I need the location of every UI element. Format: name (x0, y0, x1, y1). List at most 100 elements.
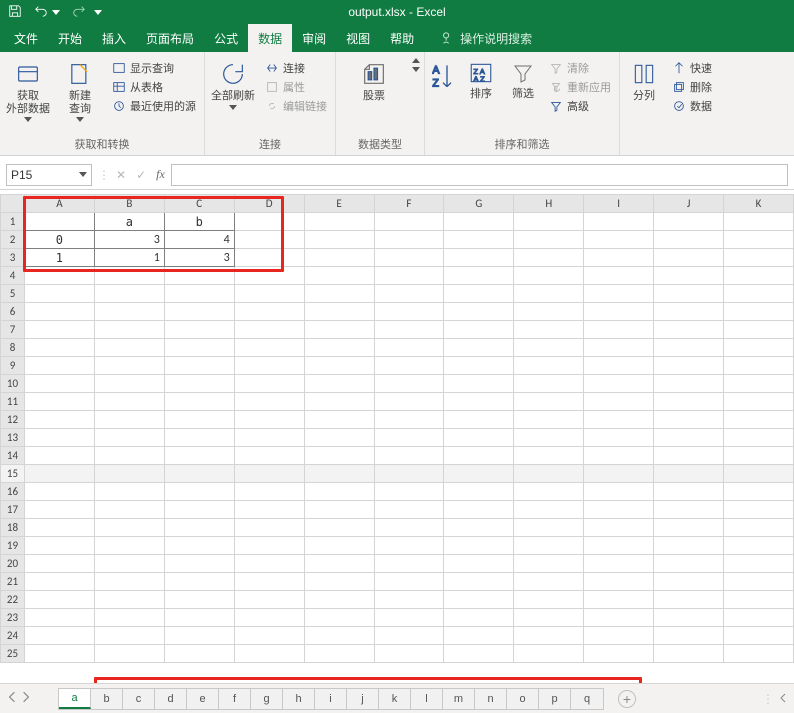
cell-C2[interactable]: 4 (164, 231, 234, 249)
tab-page-layout[interactable]: 页面布局 (136, 24, 204, 52)
cell-J11[interactable] (654, 393, 724, 411)
cell-I3[interactable] (584, 249, 654, 267)
row-header-9[interactable]: 9 (1, 357, 25, 375)
cell-I1[interactable] (584, 213, 654, 231)
cell-E1[interactable] (304, 213, 374, 231)
cell-K9[interactable] (724, 357, 794, 375)
cell-F7[interactable] (374, 321, 444, 339)
cell-D8[interactable] (234, 339, 304, 357)
cell-J4[interactable] (654, 267, 724, 285)
cell-G1[interactable] (444, 213, 514, 231)
cell-I5[interactable] (584, 285, 654, 303)
cell-K8[interactable] (724, 339, 794, 357)
cell-J12[interactable] (654, 411, 724, 429)
cell-D5[interactable] (234, 285, 304, 303)
cell-I11[interactable] (584, 393, 654, 411)
cell-E2[interactable] (304, 231, 374, 249)
cell-G10[interactable] (444, 375, 514, 393)
cell-F12[interactable] (374, 411, 444, 429)
cell-I2[interactable] (584, 231, 654, 249)
cell-E22[interactable] (304, 591, 374, 609)
cell-J14[interactable] (654, 447, 724, 465)
cell-J16[interactable] (654, 483, 724, 501)
cell-K2[interactable] (724, 231, 794, 249)
cell-K24[interactable] (724, 627, 794, 645)
row-header-2[interactable]: 2 (1, 231, 25, 249)
cell-D1[interactable] (234, 213, 304, 231)
sheet-tab-j[interactable]: j (347, 689, 379, 709)
cell-C1[interactable]: b (164, 213, 234, 231)
cell-C7[interactable] (164, 321, 234, 339)
sheet-tab-g[interactable]: g (251, 689, 283, 709)
cell-E7[interactable] (304, 321, 374, 339)
cell-B13[interactable] (94, 429, 164, 447)
cell-F6[interactable] (374, 303, 444, 321)
cell-A7[interactable] (24, 321, 94, 339)
cell-F11[interactable] (374, 393, 444, 411)
cell-E14[interactable] (304, 447, 374, 465)
cell-J25[interactable] (654, 645, 724, 663)
cell-K15[interactable] (724, 465, 794, 483)
cell-G22[interactable] (444, 591, 514, 609)
cell-C5[interactable] (164, 285, 234, 303)
filter-button[interactable]: 筛选 (505, 58, 541, 103)
cell-J17[interactable] (654, 501, 724, 519)
cell-B15[interactable] (94, 465, 164, 483)
cell-D15[interactable] (234, 465, 304, 483)
cell-F24[interactable] (374, 627, 444, 645)
tab-home[interactable]: 开始 (48, 24, 92, 52)
cell-F25[interactable] (374, 645, 444, 663)
cell-K22[interactable] (724, 591, 794, 609)
cell-F15[interactable] (374, 465, 444, 483)
cell-E18[interactable] (304, 519, 374, 537)
cell-A16[interactable] (24, 483, 94, 501)
cell-C21[interactable] (164, 573, 234, 591)
cell-E11[interactable] (304, 393, 374, 411)
cell-H5[interactable] (514, 285, 584, 303)
cell-A5[interactable] (24, 285, 94, 303)
column-header-K[interactable]: K (724, 195, 794, 213)
new-sheet-button[interactable]: + (618, 690, 636, 708)
cell-G16[interactable] (444, 483, 514, 501)
tab-formulas[interactable]: 公式 (204, 24, 248, 52)
cell-K19[interactable] (724, 537, 794, 555)
tell-me-search[interactable]: 操作说明搜索 (424, 24, 532, 52)
remove-duplicates-button[interactable]: 删除 (672, 79, 712, 95)
cell-J19[interactable] (654, 537, 724, 555)
cell-C3[interactable]: 3 (164, 249, 234, 267)
cell-B21[interactable] (94, 573, 164, 591)
cell-C20[interactable] (164, 555, 234, 573)
chevron-down-icon[interactable] (412, 58, 420, 63)
cell-J6[interactable] (654, 303, 724, 321)
sheet-tab-f[interactable]: f (219, 689, 251, 709)
cell-H15[interactable] (514, 465, 584, 483)
cell-G25[interactable] (444, 645, 514, 663)
cell-E16[interactable] (304, 483, 374, 501)
cell-J23[interactable] (654, 609, 724, 627)
new-query-button[interactable]: 新建 查询 (56, 58, 104, 124)
cell-J1[interactable] (654, 213, 724, 231)
cell-G5[interactable] (444, 285, 514, 303)
row-header-14[interactable]: 14 (1, 447, 25, 465)
cell-E25[interactable] (304, 645, 374, 663)
column-header-A[interactable]: A (24, 195, 94, 213)
cell-F18[interactable] (374, 519, 444, 537)
cell-D2[interactable] (234, 231, 304, 249)
row-header-10[interactable]: 10 (1, 375, 25, 393)
tab-help[interactable]: 帮助 (380, 24, 424, 52)
row-header-3[interactable]: 3 (1, 249, 25, 267)
cell-C23[interactable] (164, 609, 234, 627)
cell-E13[interactable] (304, 429, 374, 447)
cell-J10[interactable] (654, 375, 724, 393)
cell-D25[interactable] (234, 645, 304, 663)
advanced-filter-button[interactable]: 高级 (549, 98, 611, 114)
undo-icon[interactable] (34, 4, 48, 21)
cell-H14[interactable] (514, 447, 584, 465)
cell-G17[interactable] (444, 501, 514, 519)
cell-F2[interactable] (374, 231, 444, 249)
row-header-13[interactable]: 13 (1, 429, 25, 447)
cell-F21[interactable] (374, 573, 444, 591)
cell-D11[interactable] (234, 393, 304, 411)
sheet-tab-k[interactable]: k (379, 689, 411, 709)
cell-F22[interactable] (374, 591, 444, 609)
